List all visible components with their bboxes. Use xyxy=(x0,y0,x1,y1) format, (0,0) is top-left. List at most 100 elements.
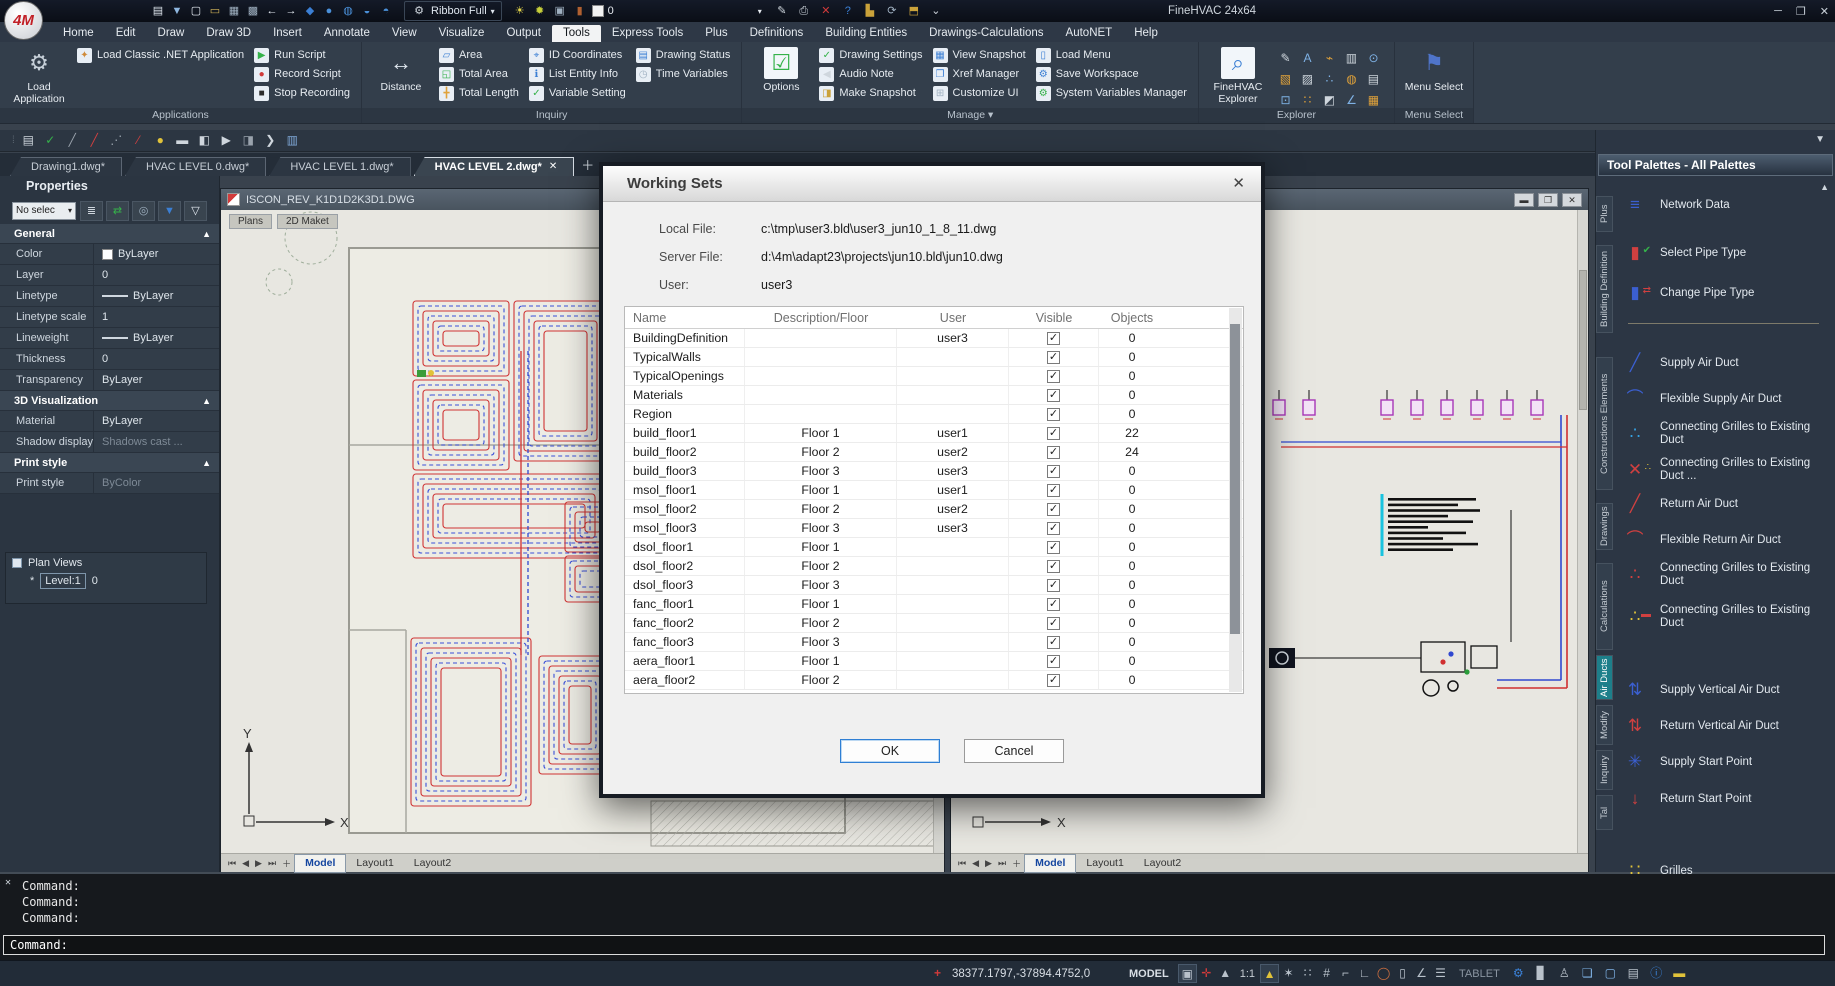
erase-icon[interactable]: ✕ xyxy=(818,3,834,19)
command-input[interactable]: Command: xyxy=(3,935,1825,955)
palette-item-supply-vertical-air-duct[interactable]: ⇅Supply Vertical Air Duct xyxy=(1618,677,1829,703)
layout-tab-model[interactable]: Model xyxy=(294,854,346,873)
arrows-icon[interactable]: ❯ xyxy=(262,132,279,149)
new-file-icon[interactable]: ▢ xyxy=(188,3,204,19)
polyline-red-icon[interactable]: ╱ xyxy=(86,132,103,149)
save-as-icon[interactable]: ▩ xyxy=(245,3,261,19)
table-row[interactable]: TypicalWalls✓0 xyxy=(625,348,1243,367)
gear-icon[interactable]: ⚙ xyxy=(1509,964,1528,983)
layout-tab-model[interactable]: Model xyxy=(1024,854,1076,873)
property-row-layer[interactable]: Layer0 xyxy=(0,265,219,286)
scrollbar-thumb[interactable] xyxy=(1579,270,1587,410)
pan-sphere-icon[interactable]: ◍ xyxy=(340,3,356,19)
drawing-tab-drawing1-dwg-[interactable]: Drawing1.dwg* xyxy=(10,157,122,176)
field-check-icon[interactable]: ✓ xyxy=(42,132,59,149)
visible-checkbox[interactable]: ✓ xyxy=(1047,655,1060,668)
property-row-transparency[interactable]: TransparencyByLayer xyxy=(0,370,219,391)
ribbon-item-load-menu[interactable]: ▯Load Menu xyxy=(1036,47,1187,63)
visible-checkbox[interactable]: ✓ xyxy=(1047,674,1060,687)
drawing-tab-hvac-level-0-dwg-[interactable]: HVAC LEVEL 0.dwg* xyxy=(125,157,266,176)
open-bld-icon[interactable]: ▼ xyxy=(169,3,185,19)
palette-item-flexible-return-air-duct[interactable]: ⌒Flexible Return Air Duct xyxy=(1618,527,1829,553)
layout-tab-layout2[interactable]: Layout2 xyxy=(1134,855,1191,872)
table-row[interactable]: msol_floor3Floor 3user3✓0 xyxy=(625,519,1243,538)
palette-tab-drawings[interactable]: Drawings xyxy=(1596,503,1613,550)
model-space-toggle[interactable]: MODEL xyxy=(1129,968,1169,980)
angle-icon[interactable]: ∠ xyxy=(1412,964,1431,983)
plot-preview-icon[interactable]: ✎ xyxy=(774,3,790,19)
table-row[interactable]: BuildingDefinitionuser3✓0 xyxy=(625,329,1243,348)
visible-checkbox[interactable]: ✓ xyxy=(1047,484,1060,497)
menu-tab-output[interactable]: Output xyxy=(495,25,552,42)
menu-tab-home[interactable]: Home xyxy=(52,25,105,42)
new-tab-button[interactable]: ＋ xyxy=(581,155,594,174)
drafting-icon[interactable]: ▣ xyxy=(1178,964,1197,983)
table-row[interactable]: dsol_floor3Floor 3✓0 xyxy=(625,576,1243,595)
menu-tab-definitions[interactable]: Definitions xyxy=(739,25,815,42)
table-row[interactable]: msol_floor1Floor 1user1✓0 xyxy=(625,481,1243,500)
palette-item-supply-start-point[interactable]: ✳Supply Start Point xyxy=(1618,749,1829,775)
explorer-grid-icon[interactable]: ⊙ xyxy=(1363,48,1384,68)
transfer-icon[interactable]: ⟳ xyxy=(884,3,900,19)
palette-item-flexible-supply-air-duct[interactable]: ⌒Flexible Supply Air Duct xyxy=(1618,386,1829,412)
layout-nav-icon[interactable]: ◀ xyxy=(239,858,252,869)
explorer-grid-icon[interactable]: ∴ xyxy=(1319,69,1340,89)
ribbon-item-audio-note[interactable]: ◀Audio Note xyxy=(819,66,922,82)
layout-nav-icon[interactable]: ⏭ xyxy=(265,858,279,869)
layout-nav-icon[interactable]: ⏭ xyxy=(995,858,1009,869)
ribbon-item-variable-setting[interactable]: ✓Variable Setting xyxy=(529,85,626,101)
palette-tab-tal[interactable]: Tal xyxy=(1596,795,1613,830)
menu-tab-plus[interactable]: Plus xyxy=(694,25,738,42)
close-button[interactable]: ✕ xyxy=(1820,5,1829,18)
column-header-name[interactable]: Name xyxy=(625,307,745,328)
circle-snap-icon[interactable]: ◯ xyxy=(1374,964,1393,983)
zoom-sphere-icon[interactable]: ◓ xyxy=(378,3,394,19)
layout-tab-layout1[interactable]: Layout1 xyxy=(346,855,403,872)
explorer-grid-icon[interactable]: ⊡ xyxy=(1275,90,1296,110)
visible-checkbox[interactable]: ✓ xyxy=(1047,446,1060,459)
ortho-icon[interactable]: ∟ xyxy=(1355,964,1374,983)
palette-item-supply-air-duct[interactable]: ╱Supply Air Duct xyxy=(1618,350,1829,376)
table-row[interactable]: build_floor1Floor 1user1✓22 xyxy=(625,424,1243,443)
table-row[interactable]: fanc_floor2Floor 2✓0 xyxy=(625,614,1243,633)
expand-icon[interactable]: ⌄ xyxy=(928,3,944,19)
visible-checkbox[interactable]: ✓ xyxy=(1047,370,1060,383)
help-icon[interactable]: ? xyxy=(840,3,856,19)
table-row[interactable]: Materials✓0 xyxy=(625,386,1243,405)
explorer-grid-icon[interactable]: ⌁ xyxy=(1319,48,1340,68)
menu-tab-view[interactable]: View xyxy=(381,25,428,42)
palette-item-select-pipe-type[interactable]: ▮✔Select Pipe Type xyxy=(1618,240,1829,266)
save-icon[interactable]: ▦ xyxy=(226,3,242,19)
construction-line-icon[interactable]: ⁄ xyxy=(130,132,147,149)
explorer-grid-icon[interactable]: ▨ xyxy=(1297,69,1318,89)
palette-tab-inquiry[interactable]: Inquiry xyxy=(1596,750,1613,790)
plan-views-level-item[interactable]: * Level:1 0 xyxy=(30,573,200,589)
annotation-scale[interactable]: 1:1 xyxy=(1240,968,1255,980)
table-row[interactable]: aera_floor2Floor 2✓0 xyxy=(625,671,1243,690)
property-row-print-style[interactable]: Print styleByColor xyxy=(0,473,219,494)
ribbon-item-drawing-settings[interactable]: ✓Drawing Settings xyxy=(819,47,922,63)
property-row-lineweight[interactable]: LineweightByLayer xyxy=(0,328,219,349)
layout-tab-layout1[interactable]: Layout1 xyxy=(1076,855,1133,872)
table-row[interactable]: dsol_floor2Floor 2✓0 xyxy=(625,557,1243,576)
plot-icon[interactable]: ⎙ xyxy=(796,3,812,19)
section-header-3d-visualization[interactable]: 3D Visualization▲ xyxy=(0,391,219,411)
menu-tab-autonet[interactable]: AutoNET xyxy=(1055,25,1124,42)
explorer-grid-icon[interactable]: ▤ xyxy=(1363,69,1384,89)
scroll-up-icon[interactable]: ▲ xyxy=(1820,182,1829,192)
section-header-print-style[interactable]: Print style▲ xyxy=(0,453,219,473)
stack-icon[interactable]: ▤ xyxy=(1624,964,1643,983)
person-icon[interactable]: ♙ xyxy=(1555,964,1574,983)
property-row-material[interactable]: MaterialByLayer xyxy=(0,411,219,432)
save-back-icon[interactable]: ▤ xyxy=(20,132,37,149)
visible-checkbox[interactable]: ✓ xyxy=(1047,351,1060,364)
visible-checkbox[interactable]: ✓ xyxy=(1047,560,1060,573)
explorer-grid-icon[interactable]: ◍ xyxy=(1341,69,1362,89)
table-icon[interactable]: ▥ xyxy=(284,132,301,149)
palette-tab-plus[interactable]: Plus xyxy=(1596,196,1613,232)
table-row[interactable]: msol_floor2Floor 2user2✓0 xyxy=(625,500,1243,519)
visible-checkbox[interactable]: ✓ xyxy=(1047,427,1060,440)
ribbon-item-xref-manager[interactable]: ❐Xref Manager xyxy=(933,66,1026,82)
collapse-icon[interactable]: ▲ xyxy=(202,391,211,411)
ribbon-item-time-variables[interactable]: ◷Time Variables xyxy=(636,66,731,82)
